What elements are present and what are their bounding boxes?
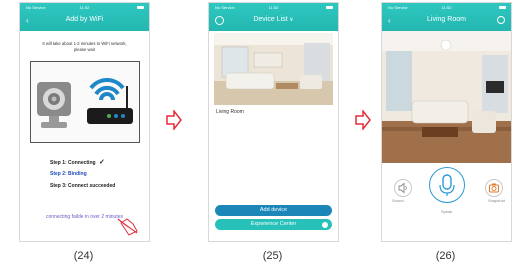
page-title[interactable]: Device List ∨: [209, 16, 338, 23]
snapshot-label: Snapshot: [488, 198, 505, 203]
battery-icon: [326, 5, 333, 10]
screen-add-by-wifi: No Service 11:52 ‹ Add by WiFi It will t…: [19, 2, 150, 242]
router-icon: [87, 78, 133, 124]
time-label: 11:52: [268, 5, 279, 10]
time-label: 11:52: [79, 5, 90, 10]
settings-icon[interactable]: [497, 16, 505, 24]
step-3: Step 3: Connect succeeded: [50, 183, 116, 189]
snapshot-button[interactable]: [485, 179, 503, 197]
camera-icon: [489, 183, 499, 193]
sound-label: Sound: [392, 198, 404, 203]
camera-icon: [37, 82, 71, 128]
next-arrow-icon: [166, 110, 182, 130]
experience-center-button[interactable]: Experience Center: [215, 219, 332, 230]
tap-hand-icon: [117, 218, 138, 236]
speak-button[interactable]: [429, 167, 465, 203]
device-name[interactable]: Living Room: [216, 109, 244, 115]
microphone-icon: [439, 174, 455, 196]
experience-center-label: Experience Center: [250, 221, 297, 227]
speak-label: Speak: [441, 209, 453, 214]
next-arrow-icon: [355, 110, 371, 130]
add-device-label: Add device: [259, 207, 288, 213]
sound-button[interactable]: [394, 179, 412, 197]
check-icon: ✓: [98, 159, 105, 166]
device-thumbnail[interactable]: [214, 33, 333, 105]
add-device-button[interactable]: Add device: [215, 205, 332, 216]
screen-living-room: No Service 11:52 ‹ Living Room Sound Spe: [381, 2, 512, 242]
more-icon: [322, 221, 328, 228]
chevron-down-icon: ∨: [287, 17, 294, 23]
page-title: Living Room: [427, 16, 466, 23]
step-1: Step 1: Connecting ✓: [50, 158, 105, 166]
speaker-icon: [398, 182, 407, 194]
battery-icon: [499, 5, 506, 10]
status-bar: No Service 11:52: [20, 3, 149, 13]
live-video-view[interactable]: [382, 31, 511, 163]
caption-26: (26): [435, 250, 456, 262]
illustration-box: [30, 61, 140, 143]
page-title-label: Device List: [253, 16, 288, 23]
info-text: It will take about 1-2 minutes to WiFi n…: [24, 41, 145, 53]
time-label: 11:52: [441, 5, 452, 10]
caption-24: (24): [73, 250, 94, 262]
screen-device-list: No Service 11:52 Device List ∨ Living Ro…: [208, 2, 339, 242]
status-bar: No Service 11:52: [382, 3, 511, 13]
caption-25: (25): [262, 250, 283, 262]
info-line-2: please wait: [74, 47, 95, 52]
page-title: Add by WiFi: [65, 16, 104, 23]
step-2: Step 2: Binding: [50, 171, 87, 177]
battery-icon: [137, 5, 144, 10]
status-bar: No Service 11:52: [209, 3, 338, 13]
step-1-label: Step 1: Connecting: [50, 160, 96, 166]
